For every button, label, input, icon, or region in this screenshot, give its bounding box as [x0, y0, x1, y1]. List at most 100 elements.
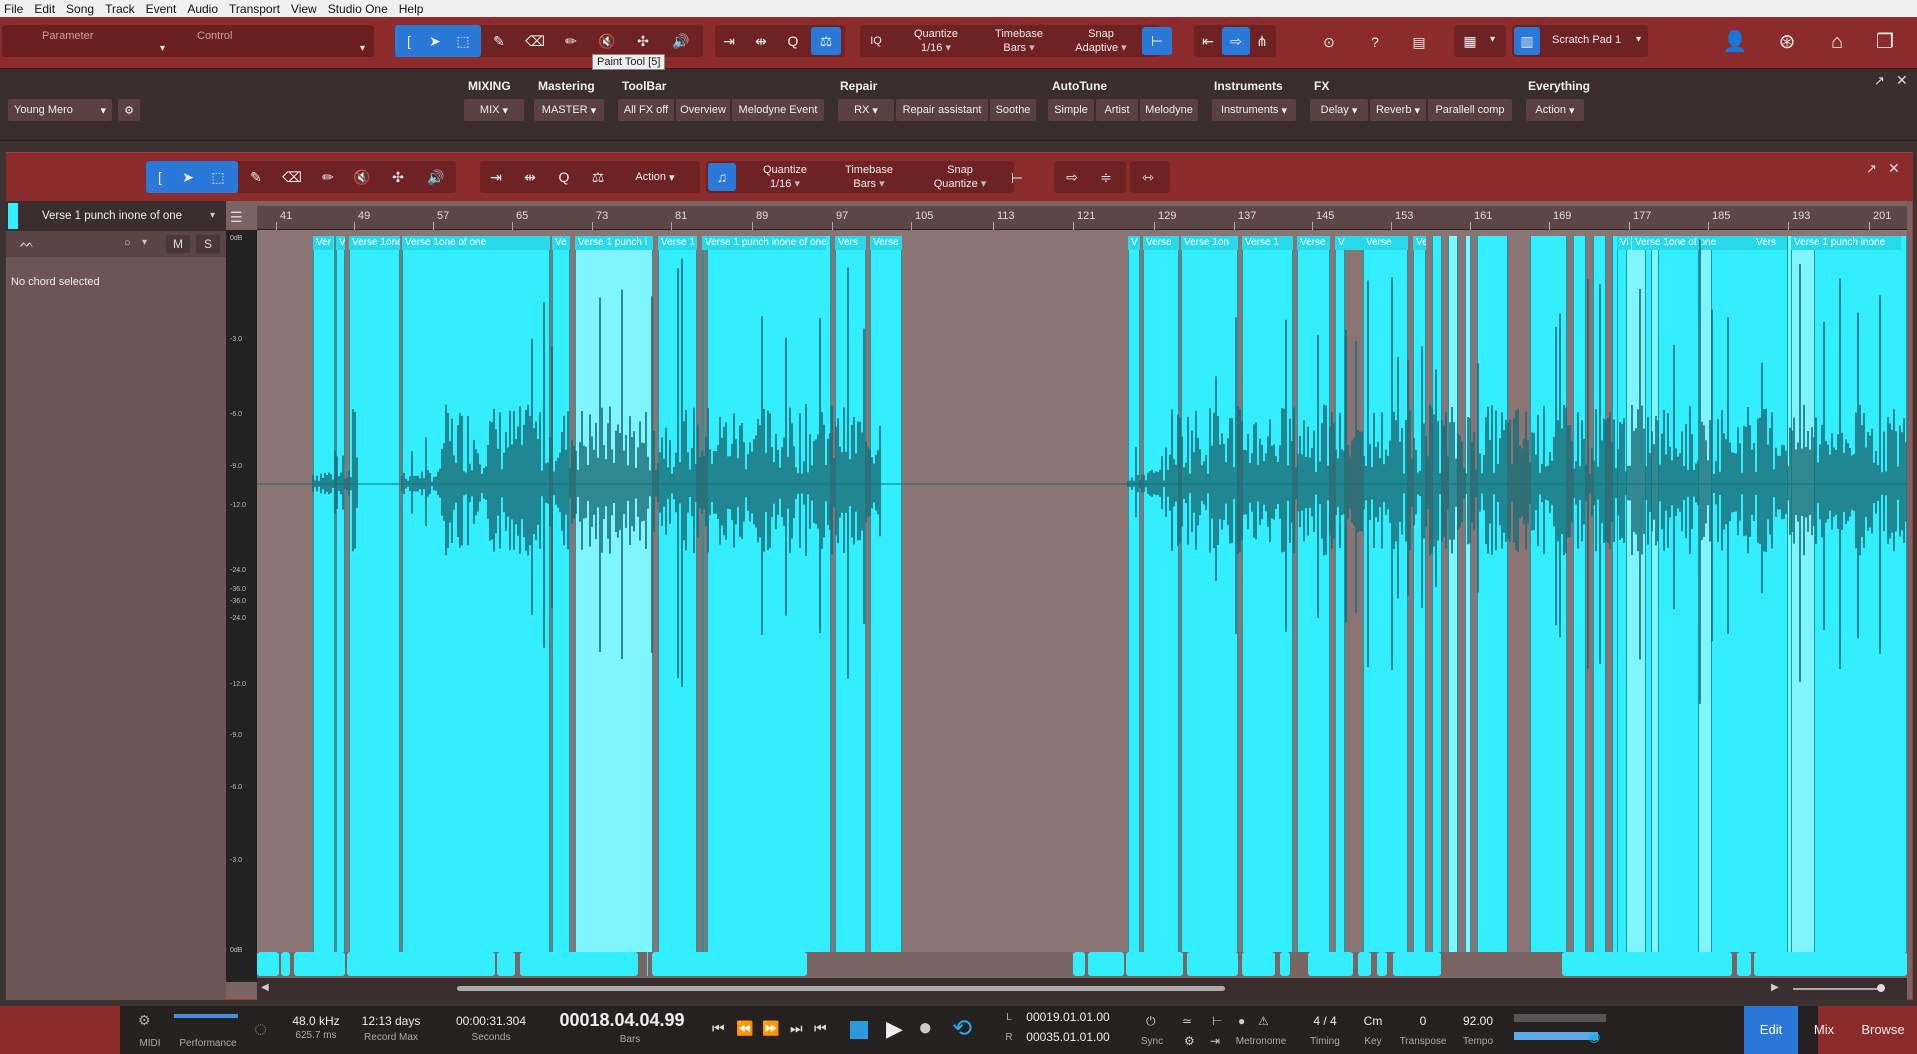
solo-button[interactable]: S	[196, 235, 220, 253]
input-dropdown-icon[interactable]: ▾	[142, 237, 147, 248]
forward-end-icon[interactable]: ⏭	[790, 1020, 803, 1037]
stop-button[interactable]	[850, 1021, 868, 1039]
editor-bracket-icon[interactable]: [	[150, 167, 170, 187]
bend-tool-icon[interactable]: ✣	[633, 31, 653, 51]
arrow-tool-icon[interactable]: ➤	[425, 31, 445, 51]
track-name[interactable]: Verse 1 punch inone of one	[42, 210, 182, 222]
metronome-sync-icon[interactable]: ⇥	[1210, 1034, 1220, 1048]
play-icon[interactable]: ▶	[886, 1016, 903, 1042]
tempo-label[interactable]: Tempo	[1456, 1036, 1500, 1047]
sync-icon[interactable]: ⊛	[1774, 29, 1800, 55]
midi-label[interactable]: MIDI	[136, 1038, 164, 1049]
key-label[interactable]: Key	[1356, 1036, 1390, 1047]
clip-handle[interactable]	[1562, 952, 1732, 976]
help-icon[interactable]: ?	[1364, 31, 1386, 53]
timeline-ruler[interactable]: 41 49 57 65 73 81 89 97 105 113 121 129 137 145 153 161…	[257, 206, 1907, 230]
metronome-icon[interactable]: ⚠	[1258, 1014, 1269, 1028]
menu-help[interactable]: Help	[399, 2, 424, 16]
menu-track[interactable]: Track	[105, 2, 135, 16]
rewind-icon[interactable]: ⏪	[736, 1020, 753, 1037]
artist-button[interactable]: Artist	[1096, 99, 1138, 121]
menu-view[interactable]: View	[291, 2, 317, 16]
editor-bend-icon[interactable]: ✣	[388, 167, 408, 187]
instruments-button[interactable]: Instruments ▾	[1212, 99, 1296, 121]
editor-range-icon[interactable]: ⬚	[208, 167, 228, 187]
timebase-dropdown[interactable]: Timebase Bars	[986, 27, 1052, 55]
grid-dropdown-icon[interactable]: ▾	[1490, 34, 1495, 45]
melodyne-event-button[interactable]: Melodyne Event	[732, 99, 824, 121]
track-color-swatch[interactable]	[8, 203, 18, 229]
sync-icon[interactable]: ⏻	[1146, 1014, 1156, 1029]
editor-autoscroll-icon[interactable]: ⚖	[588, 167, 608, 187]
control-dropdown-icon[interactable]: ▾	[360, 43, 365, 54]
repair-assistant-button[interactable]: Repair assistant	[896, 99, 988, 121]
clip-handle[interactable]	[1073, 952, 1085, 976]
editor-expand-icon[interactable]: ↗	[1866, 161, 1877, 177]
editor-quantize-icon[interactable]: Q	[554, 167, 574, 187]
clip-handle[interactable]	[1187, 952, 1238, 976]
clip-handle[interactable]	[1737, 952, 1751, 976]
snap-toggle-icon[interactable]: ⊢	[1142, 27, 1172, 55]
paint-tool-icon[interactable]: ✏	[561, 31, 581, 51]
editor-zoom-fit-icon[interactable]: ⇿	[1138, 167, 1158, 187]
home-icon[interactable]: ⌂	[1824, 29, 1850, 55]
iq-button[interactable]: IQ	[864, 31, 888, 51]
loop-end-value[interactable]: 00035.01.01.00	[1018, 1030, 1118, 1044]
clip-handle[interactable]	[497, 952, 515, 976]
menu-studio-one[interactable]: Studio One	[328, 2, 388, 16]
punch-icon[interactable]: ⊢	[1212, 1014, 1222, 1028]
parameter-label[interactable]: Parameter	[42, 29, 93, 43]
user-icon[interactable]: 👤	[1722, 29, 1748, 55]
quantize-dropdown[interactable]: Quantize 1/16	[906, 27, 966, 55]
expand-icon[interactable]: ↗	[1874, 73, 1885, 89]
scratch-pad-icon[interactable]: ▥	[1514, 27, 1540, 55]
delay-button[interactable]: Delay ▾	[1310, 99, 1368, 121]
loop-start-icon[interactable]: ⏮	[814, 1020, 827, 1037]
loop-icon[interactable]: ⟲	[952, 1014, 972, 1043]
control-label[interactable]: Control	[197, 29, 232, 43]
everything-action-button[interactable]: Action ▾	[1526, 99, 1584, 121]
soothe-button[interactable]: Soothe	[990, 99, 1036, 121]
editor-timebase-dropdown[interactable]: Timebase Bars	[834, 163, 904, 191]
clip-handle[interactable]	[294, 952, 345, 976]
editor-stretch-icon[interactable]: ⇹	[520, 167, 540, 187]
fast-forward-icon[interactable]: ⏩	[762, 1020, 779, 1037]
menu-audio[interactable]: Audio	[187, 2, 218, 16]
editor-eraser-icon[interactable]: ⌫	[282, 167, 302, 187]
listen-tool-icon[interactable]: 🔊	[671, 31, 691, 51]
editor-nudge-icon[interactable]: ⇨	[1062, 167, 1082, 187]
split-cursor-icon[interactable]: ⋔	[1252, 31, 1272, 51]
scratch-pad-dropdown-icon[interactable]: ▾	[1636, 34, 1641, 45]
nudge-right-icon[interactable]: ⇨	[1222, 27, 1250, 55]
simple-button[interactable]: Simple	[1048, 99, 1094, 121]
horizontal-scrollbar-thumb[interactable]	[457, 986, 1225, 991]
master-volume[interactable]	[1514, 1032, 1598, 1040]
bracket-icon[interactable]: [	[399, 31, 419, 51]
key-value[interactable]: Cm	[1356, 1014, 1390, 1028]
bars-label[interactable]: Bars	[590, 1034, 670, 1045]
timing-value[interactable]: 4 / 4	[1306, 1014, 1344, 1028]
master-button[interactable]: MASTER ▾	[534, 99, 604, 121]
snap-dropdown[interactable]: Snap Adaptive	[1064, 27, 1138, 55]
clip-handle[interactable]	[347, 952, 495, 976]
scroll-right-icon[interactable]: ▶	[1771, 982, 1779, 993]
preset-settings-icon[interactable]: ⚙	[118, 99, 140, 121]
metronome-label[interactable]: Metronome	[1226, 1036, 1296, 1047]
browse-view-button[interactable]: Browse	[1850, 1006, 1916, 1054]
record-arm-icon[interactable]: ○	[124, 237, 131, 249]
editor-snap-toggle-icon[interactable]: ⊢	[1006, 167, 1028, 189]
editor-split-icon[interactable]: ✎	[246, 167, 266, 187]
click-icon[interactable]: ●	[1238, 1014, 1245, 1028]
window-icon[interactable]: ❐	[1872, 29, 1898, 55]
track-lane[interactable]: Ver V Verse 1one Verse 1one of one Ve Verse 1…	[257, 230, 1907, 978]
quantize-q-icon[interactable]: Q	[783, 31, 803, 51]
overview-button[interactable]: Overview	[676, 99, 730, 121]
menu-song[interactable]: Song	[66, 2, 94, 16]
autoscroll-icon[interactable]: ⚖	[811, 27, 841, 55]
metronome-settings-icon[interactable]: ⚙	[1184, 1034, 1195, 1048]
track-name-dropdown-icon[interactable]: ▾	[210, 210, 215, 221]
rx-button[interactable]: RX ▾	[838, 99, 894, 121]
editor-mute-icon[interactable]: 🔇	[352, 167, 372, 187]
mute-tool-icon[interactable]: 🔇	[597, 31, 617, 51]
editor-follow-icon[interactable]: ≑	[1096, 167, 1116, 187]
